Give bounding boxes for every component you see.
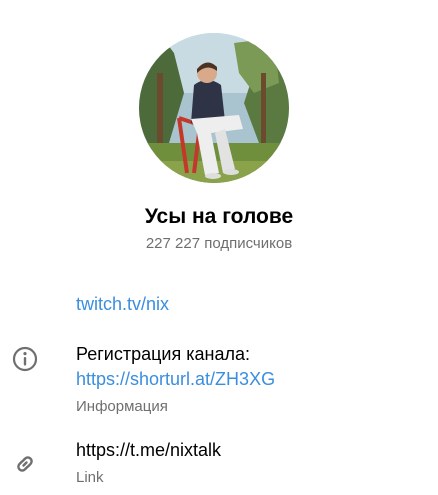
channel-title: Усы на голове — [144, 205, 294, 228]
channel-description: Регистрация канала: https://shorturl.at/… — [76, 342, 426, 392]
info-label: Информация — [76, 398, 168, 415]
twitch-link[interactable]: twitch.tv/nix — [76, 292, 169, 317]
registration-text: Регистрация канала: — [76, 344, 250, 364]
share-link-url[interactable]: https://t.me/nixtalk — [76, 438, 221, 463]
registration-link[interactable]: https://shorturl.at/ZH3XG — [76, 369, 275, 389]
subscriber-count: 227 227 подписчиков — [145, 235, 293, 252]
info-icon — [10, 344, 40, 374]
channel-avatar[interactable] — [139, 33, 289, 183]
share-link-label: Link — [76, 469, 104, 486]
link-icon — [10, 449, 40, 479]
